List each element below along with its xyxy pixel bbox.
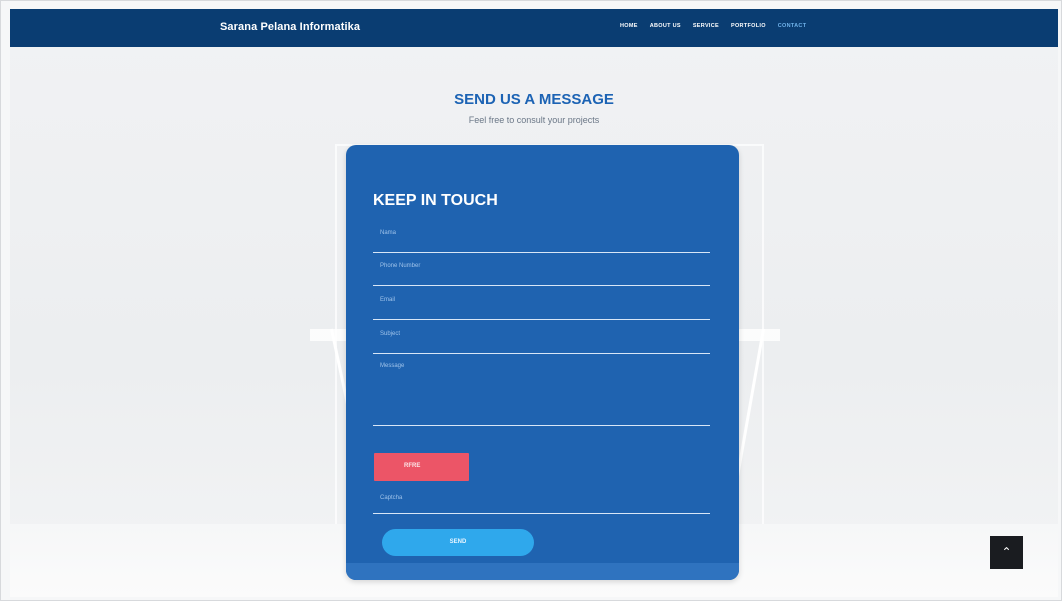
navbar: Sarana Pelana Informatika HOME ABOUT US … [10,9,1058,47]
form-title: KEEP IN TOUCH [373,192,498,209]
nav-item-home[interactable]: HOME [620,23,638,29]
captcha-placeholder: Captcha [380,495,403,501]
refresh-captcha-button[interactable]: RFRE [374,453,469,481]
nav-item-about-us[interactable]: ABOUT US [650,23,681,29]
phone-field[interactable]: Phone Number [373,263,710,286]
nav-item-contact[interactable]: CONTACT [778,23,807,29]
chevron-up-icon: ⌃ [1001,545,1012,559]
nav-menu: HOME ABOUT US SERVICE PORTFOLIO CONTACT [620,23,806,29]
send-label: SEND [449,539,467,545]
subject-field[interactable]: Subject [373,331,710,354]
section-title: SEND US A MESSAGE [454,91,614,108]
phone-placeholder: Phone Number [380,263,421,269]
email-placeholder: Email [380,297,396,303]
email-field[interactable]: Email [373,297,710,320]
refresh-captcha-label: RFRE [404,463,421,469]
send-button[interactable]: SEND [382,529,534,556]
browser-viewport: Sarana Pelana Informatika HOME ABOUT US … [10,9,1058,597]
section-subtitle: Feel free to consult your projects [468,115,600,125]
brand-logo[interactable]: Sarana Pelana Informatika [220,21,360,33]
message-placeholder: Message [380,363,405,369]
subject-placeholder: Subject [380,331,401,337]
message-textarea[interactable]: Message [373,363,710,426]
nav-item-service[interactable]: SERVICE [693,23,719,29]
contact-form-card: KEEP IN TOUCH Nama Phone Number Email Su… [346,145,739,580]
captcha-input[interactable]: Captcha [373,495,710,514]
card-footer-band [346,563,739,580]
name-field[interactable]: Nama [373,230,710,253]
nav-item-portfolio[interactable]: PORTFOLIO [731,23,766,29]
name-placeholder: Nama [380,230,397,236]
scroll-to-top-button[interactable]: ⌃ [990,536,1023,569]
